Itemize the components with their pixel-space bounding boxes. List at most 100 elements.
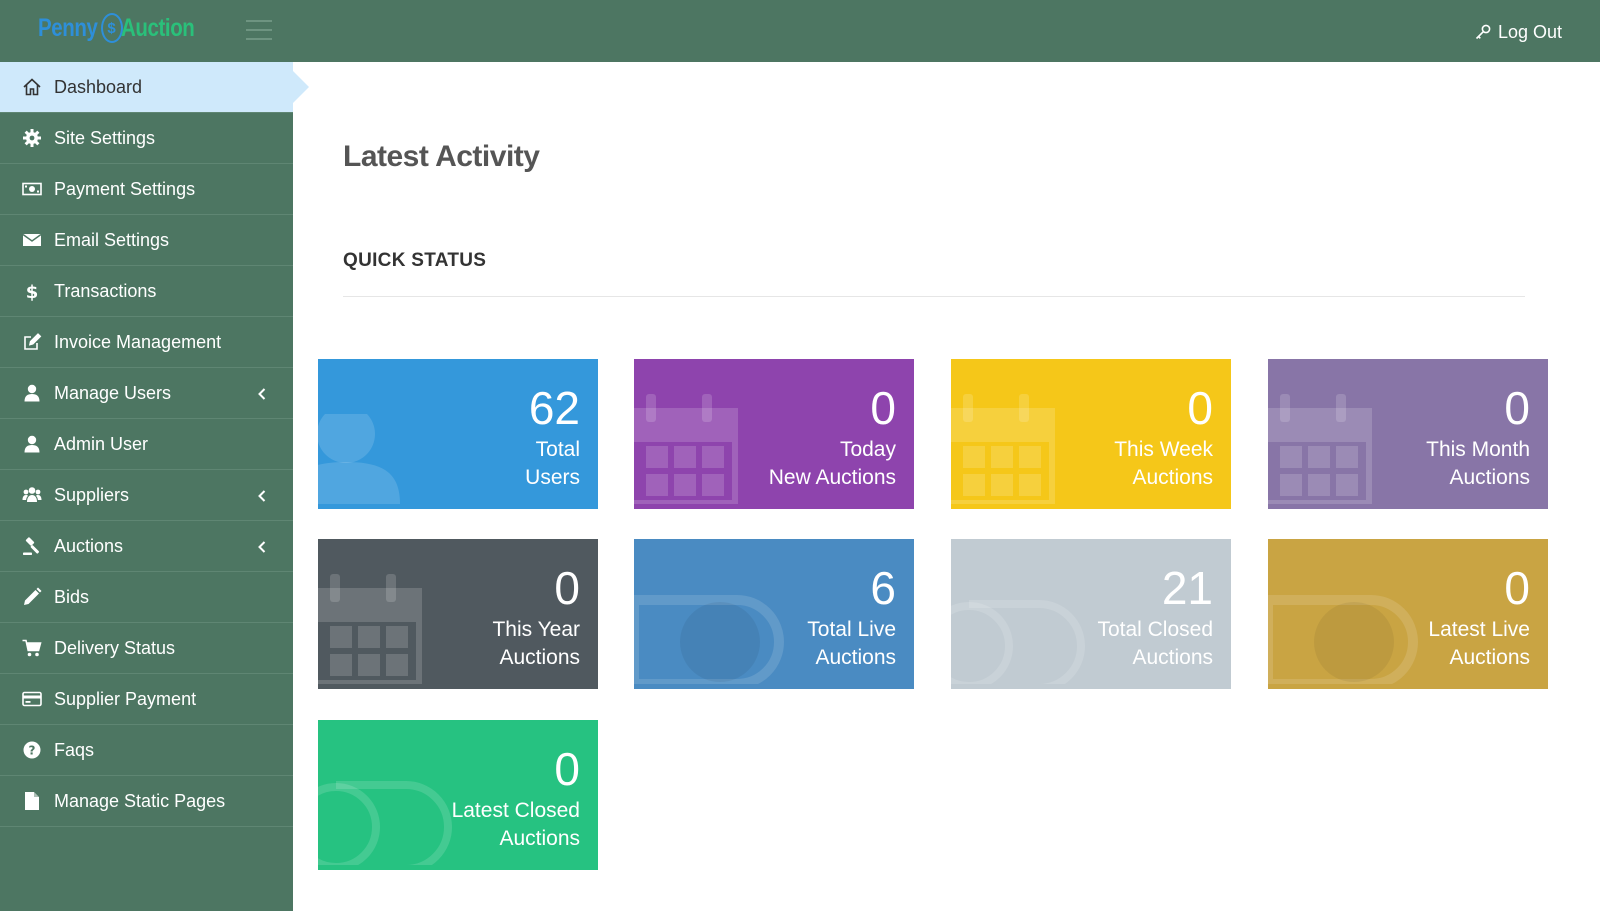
tile-label-line1: Total Live: [807, 618, 896, 641]
sidebar-item-label: Suppliers: [54, 484, 130, 505]
tile-label-line2: Auctions: [499, 827, 580, 850]
sidebar-item-suppliers[interactable]: Suppliers: [0, 470, 293, 521]
user-icon: [0, 434, 54, 454]
sidebar-item-label: Bids: [54, 586, 90, 607]
sidebar-item-label: Manage Users: [54, 382, 172, 403]
tile-label-line1: Total Closed: [1097, 618, 1213, 641]
pencil-icon: [0, 587, 54, 607]
submenu-indicator: [257, 538, 267, 559]
sidebar: Dashboard Site Settings Payment Settings Em…: [0, 62, 309, 911]
cart-icon: [0, 638, 54, 658]
logo-word-penny: Penny: [38, 13, 98, 42]
page-title: Latest Activity: [343, 140, 540, 173]
sidebar-item-faqs[interactable]: ? Faqs: [0, 725, 293, 776]
credit-card-icon: [0, 689, 54, 709]
status-tile-total-users[interactable]: 62 Total Users: [318, 359, 598, 509]
chevron-left-icon: [258, 490, 266, 502]
sidebar-item-label: Payment Settings: [54, 178, 196, 199]
toggle-on-icon: [634, 594, 784, 689]
gear-icon: [0, 128, 54, 148]
sidebar-item-label: Delivery Status: [54, 637, 176, 658]
tile-label-line2: Auctions: [1132, 646, 1213, 669]
calendar-icon: [318, 574, 422, 689]
status-tile-this-year-auctions[interactable]: 0 This Year Auctions: [318, 539, 598, 689]
tile-label-line2: New Auctions: [768, 466, 896, 489]
sidebar-item-manage-users[interactable]: Manage Users: [0, 368, 293, 419]
tile-label-line1: Latest Closed: [451, 799, 580, 822]
menu-toggle-icon[interactable]: [246, 20, 272, 40]
user-icon: [318, 405, 408, 509]
sidebar-item-supplier-payment[interactable]: Supplier Payment: [0, 674, 293, 725]
calendar-icon: [1268, 394, 1372, 509]
chevron-left-icon: [258, 541, 266, 553]
tile-label-line1: This Month: [1426, 438, 1530, 461]
sidebar-item-label: Auctions: [54, 535, 124, 556]
money-icon: [0, 179, 54, 199]
tile-value: 0: [870, 382, 896, 434]
sidebar-item-transactions[interactable]: $ Transactions: [0, 266, 293, 317]
sidebar-item-label: Transactions: [54, 280, 157, 301]
tile-label-line1: Latest Live: [1428, 618, 1530, 641]
sidebar-item-auctions[interactable]: Auctions: [0, 521, 293, 572]
main-content: Latest Activity QUICK STATUS 62 Total User…: [293, 62, 1600, 911]
status-tile-today-new-auctions[interactable]: 0 Today New Auctions: [634, 359, 914, 509]
sidebar-item-label: Email Settings: [54, 229, 170, 250]
sidebar-item-label: Faqs: [54, 739, 95, 760]
sidebar-item-admin-user[interactable]: Admin User: [0, 419, 293, 470]
user-icon: [0, 383, 54, 403]
file-icon: [0, 791, 54, 811]
tile-label-line2: Auctions: [815, 646, 896, 669]
sidebar-item-email-settings[interactable]: Email Settings: [0, 215, 293, 266]
sidebar-item-site-settings[interactable]: Site Settings: [0, 113, 293, 164]
sidebar-item-label: Supplier Payment: [54, 688, 197, 709]
tile-value: 0: [1187, 382, 1213, 434]
toggle-off-icon: [318, 775, 458, 870]
key-icon: [1475, 24, 1491, 40]
users-icon: [0, 485, 54, 505]
divider: [343, 296, 1525, 297]
status-tile-this-month-auctions[interactable]: 0 This Month Auctions: [1268, 359, 1548, 509]
logo-word-auction: Auction: [120, 13, 195, 42]
tile-value: 0: [1504, 562, 1530, 614]
logout-button[interactable]: Log Out: [1474, 20, 1562, 44]
home-icon: [0, 77, 54, 97]
toggle-on-icon: [1268, 594, 1418, 689]
sidebar-item-label: Invoice Management: [54, 331, 222, 352]
tile-value: 0: [554, 562, 580, 614]
sidebar-item-dashboard[interactable]: Dashboard: [0, 62, 309, 113]
sidebar-item-manage-static-pages[interactable]: Manage Static Pages: [0, 776, 293, 827]
gavel-icon: [0, 536, 54, 556]
svg-text:?: ?: [29, 744, 36, 758]
tile-label-line2: Auctions: [1132, 466, 1213, 489]
tile-value: 21: [1161, 562, 1213, 614]
status-tile-total-live-auctions[interactable]: 6 Total Live Auctions: [634, 539, 914, 689]
tile-label-line2: Auctions: [1449, 646, 1530, 669]
sidebar-item-bids[interactable]: Bids: [0, 572, 293, 623]
logo-coin-icon: $: [100, 13, 123, 43]
tile-label-line2: Auctions: [1449, 466, 1530, 489]
sidebar-item-delivery-status[interactable]: Delivery Status: [0, 623, 293, 674]
calendar-icon: [951, 394, 1055, 509]
svg-text:$: $: [26, 282, 39, 301]
logo[interactable]: Penny $ Auction: [38, 8, 210, 48]
sidebar-item-label: Manage Static Pages: [54, 790, 226, 811]
question-circle-icon: ?: [0, 740, 54, 760]
toggle-off-icon: [951, 594, 1091, 689]
tile-label-line1: Today: [839, 438, 896, 461]
tile-label-line1: Total: [535, 438, 580, 461]
sidebar-item-label: Admin User: [54, 433, 149, 454]
tile-label-line2: Auctions: [499, 646, 580, 669]
top-bar: Penny $ Auction Log Out: [0, 0, 1600, 62]
tile-value: 0: [554, 743, 580, 795]
tile-value: 6: [870, 562, 896, 614]
dollar-icon: $: [0, 281, 54, 301]
status-tile-total-closed-auctions[interactable]: 21 Total Closed Auctions: [951, 539, 1231, 689]
status-tile-this-week-auctions[interactable]: 0 This Week Auctions: [951, 359, 1231, 509]
status-tile-latest-closed-auctions[interactable]: 0 Latest Closed Auctions: [318, 720, 598, 870]
calendar-icon: [634, 394, 738, 509]
section-title: QUICK STATUS: [343, 250, 487, 271]
sidebar-item-invoice-management[interactable]: Invoice Management: [0, 317, 293, 368]
sidebar-item-label: Dashboard: [54, 76, 143, 97]
sidebar-item-payment-settings[interactable]: Payment Settings: [0, 164, 293, 215]
status-tile-latest-live-auctions[interactable]: 0 Latest Live Auctions: [1268, 539, 1548, 689]
